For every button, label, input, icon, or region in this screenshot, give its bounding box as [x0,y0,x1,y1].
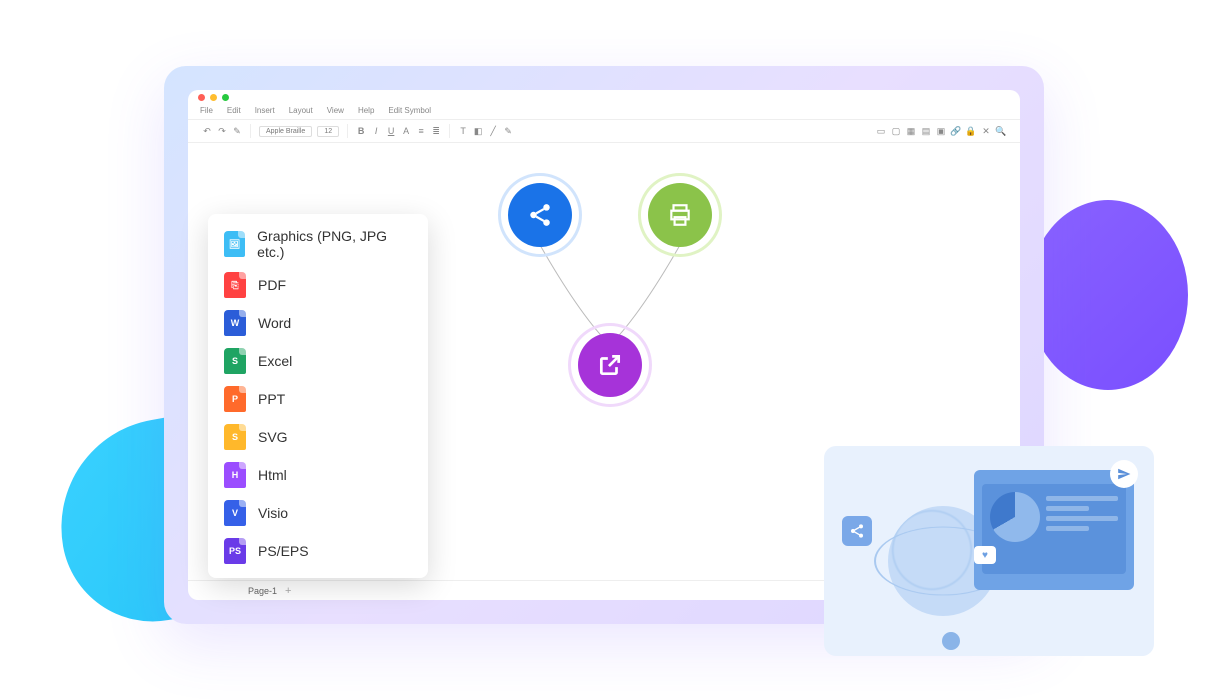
format-painter-icon[interactable]: ✎ [232,126,242,136]
user-avatar-illustration [942,632,960,650]
close-dot[interactable] [198,94,205,101]
share-icon [849,523,865,539]
export-graphics[interactable]: 🖼 Graphics (PNG, JPG etc.) [208,222,428,266]
menu-insert[interactable]: Insert [255,106,275,115]
menu-edit[interactable]: Edit [227,106,241,115]
export-label: Graphics (PNG, JPG etc.) [257,228,412,260]
export-excel[interactable]: S Excel [208,342,428,380]
align-icon[interactable]: ≡ [416,126,426,136]
container-icon[interactable]: ▣ [936,126,946,136]
menubar: File Edit Insert Layout View Help Edit S… [188,104,1020,119]
settings-icon[interactable]: ✕ [981,126,991,136]
export-visio[interactable]: V Visio [208,494,428,532]
export-label: Word [258,315,291,331]
fill-icon[interactable]: ◧ [473,126,483,136]
export-word[interactable]: W Word [208,304,428,342]
font-size-select[interactable]: 12 [317,126,339,137]
print-node[interactable] [648,183,712,247]
text-tool-icon[interactable]: T [458,126,468,136]
share-button-illustration [842,516,872,546]
export-node[interactable] [578,333,642,397]
export-label: SVG [258,429,288,445]
lock-icon[interactable]: 🔒 [966,126,976,136]
decor-blob-right [1028,200,1188,390]
export-pdf[interactable]: ⎘ PDF [208,266,428,304]
line-height-icon[interactable]: ≣ [431,126,441,136]
minimize-dot[interactable] [210,94,217,101]
export-ppt[interactable]: P PPT [208,380,428,418]
export-menu: 🖼 Graphics (PNG, JPG etc.) ⎘ PDF W Word … [208,214,428,578]
like-icon: ♥ [974,546,996,564]
share-node[interactable] [508,183,572,247]
pie-chart-illustration [990,492,1040,542]
send-icon [1110,460,1138,488]
image-icon[interactable]: ▢ [891,126,901,136]
italic-icon[interactable]: I [371,126,381,136]
table-icon[interactable]: ▦ [906,126,916,136]
pdf-file-icon: ⎘ [224,272,246,298]
page-tab[interactable]: Page-1 [248,586,277,596]
menu-file[interactable]: File [200,106,213,115]
word-file-icon: W [224,310,246,336]
export-label: Html [258,467,287,483]
export-label: Excel [258,353,292,369]
font-name-select[interactable]: Apple Braille [259,126,312,137]
menu-layout[interactable]: Layout [289,106,313,115]
ps-file-icon: PS [224,538,246,564]
add-page-button[interactable]: + [285,585,291,597]
menu-view[interactable]: View [327,106,344,115]
redo-icon[interactable]: ↷ [217,126,227,136]
toolbar: ↶ ↷ ✎ Apple Braille 12 B I U A ≡ ≣ T ◧ [188,119,1020,143]
menu-help[interactable]: Help [358,106,374,115]
bold-icon[interactable]: B [356,126,366,136]
line-icon[interactable]: ╱ [488,126,498,136]
window-controls [188,90,1020,104]
link-icon[interactable]: 🔗 [951,126,961,136]
layers-icon[interactable]: ▤ [921,126,931,136]
export-svg[interactable]: S SVG [208,418,428,456]
export-ps[interactable]: PS PS/EPS [208,532,428,570]
undo-icon[interactable]: ↶ [202,126,212,136]
underline-icon[interactable]: U [386,126,396,136]
share-illustration-card: ♥ [824,446,1154,656]
menu-edit-symbol[interactable]: Edit Symbol [388,106,431,115]
export-label: PPT [258,391,285,407]
export-label: PS/EPS [258,543,309,559]
export-label: PDF [258,277,286,293]
export-html[interactable]: H Html [208,456,428,494]
export-label: Visio [258,505,288,521]
html-file-icon: H [224,462,246,488]
excel-file-icon: S [224,348,246,374]
ppt-file-icon: P [224,386,246,412]
maximize-dot[interactable] [222,94,229,101]
image-file-icon: 🖼 [224,231,245,257]
pen-icon[interactable]: ✎ [503,126,513,136]
browser-illustration [974,470,1134,590]
svg-file-icon: S [224,424,246,450]
font-color-icon[interactable]: A [401,126,411,136]
visio-file-icon: V [224,500,246,526]
chart-icon[interactable]: ▭ [876,126,886,136]
search-icon[interactable]: 🔍 [996,126,1006,136]
